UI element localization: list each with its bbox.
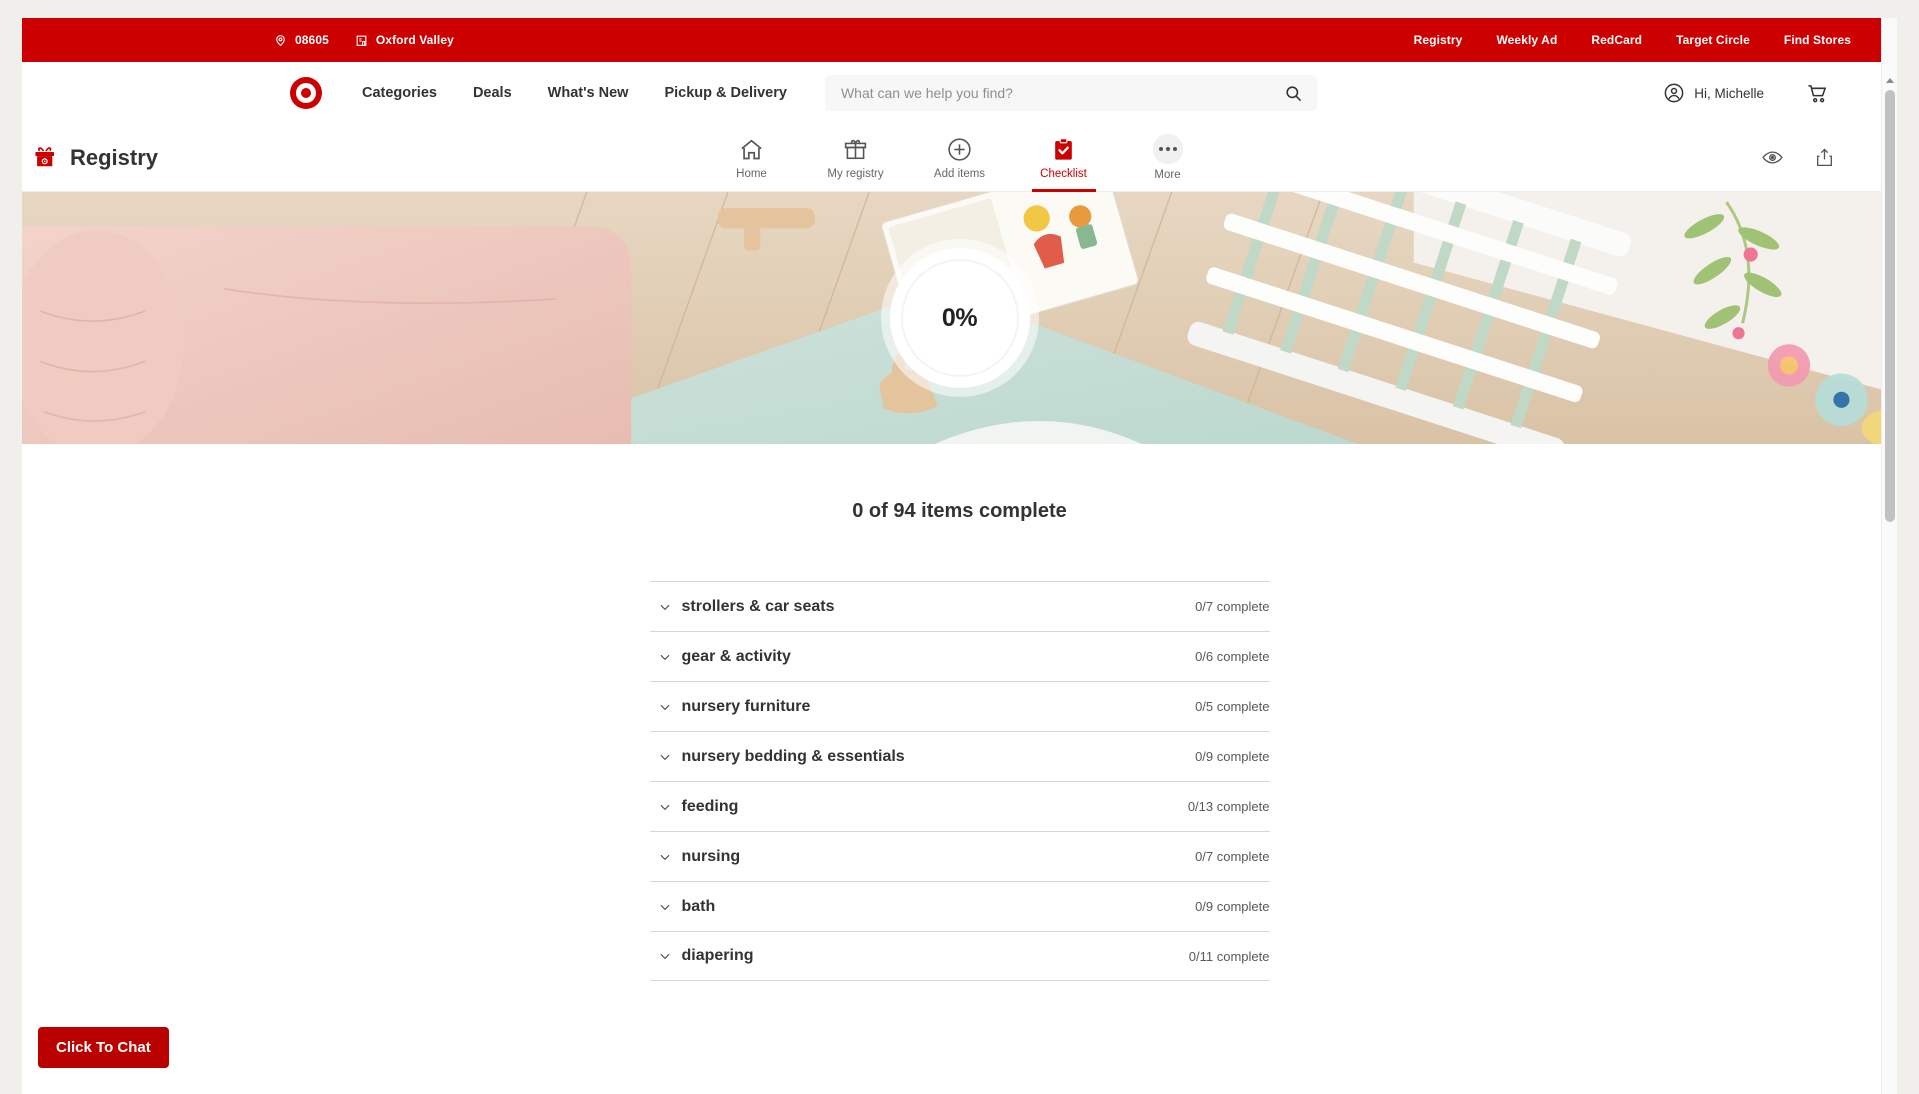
registry-progress-ring: 0% (889, 248, 1030, 388)
chevron-down-icon (652, 800, 678, 814)
checklist-row-feeding[interactable]: feeding 0/13 complete (649, 781, 1270, 831)
checklist-row-count: 0/11 complete (1188, 948, 1270, 964)
main-header: Categories Deals What's New Pickup & Del… (22, 62, 1897, 124)
checklist-content: 0 of 94 items complete strollers & car s… (22, 444, 1897, 1094)
registry-tab-home-label: Home (736, 167, 767, 180)
checklist-row-gear-activity[interactable]: gear & activity 0/6 complete (649, 631, 1270, 681)
checklist-row-label: diapering (681, 947, 754, 964)
checklist-categories: strollers & car seats 0/7 complete gear … (649, 581, 1270, 981)
registry-tab-checklist[interactable]: Checklist (1024, 124, 1104, 192)
main-navigation: Categories Deals What's New Pickup & Del… (362, 85, 787, 101)
nav-item-whats-new[interactable]: What's New (548, 85, 629, 101)
gift-icon (842, 136, 869, 163)
utility-link-registry[interactable]: Registry (1414, 33, 1463, 47)
checklist-row-nursing[interactable]: nursing 0/7 complete (649, 831, 1270, 881)
utility-bar: 08605 Oxford Valley Registry Weekly Ad R… (22, 18, 1897, 62)
checklist-row-label: nursery furniture (681, 697, 811, 715)
registry-sub-header: Registry Home My registry Add items Chec… (22, 124, 1897, 192)
registry-tab-my-registry[interactable]: My registry (816, 124, 896, 192)
checklist-row-nursery-bedding-essentials[interactable]: nursery bedding & essentials 0/9 complet… (649, 731, 1270, 781)
clipboard-check-icon (1050, 136, 1077, 163)
checklist-row-label: strollers & car seats (681, 597, 835, 615)
zip-selector[interactable]: 08605 (274, 33, 329, 47)
utility-link-find-stores[interactable]: Find Stores (1784, 33, 1851, 47)
chevron-down-icon (652, 600, 678, 614)
checklist-row-bath[interactable]: bath 0/9 complete (649, 881, 1270, 931)
registry-tab-more[interactable]: More (1128, 124, 1208, 192)
target-bullseye-logo[interactable] (290, 77, 322, 109)
search-input[interactable] (840, 85, 1284, 101)
utility-bar-links: Registry Weekly Ad RedCard Target Circle… (1414, 33, 1851, 47)
search-icon[interactable] (1284, 84, 1303, 103)
checklist-row-count: 0/13 complete (1187, 799, 1270, 814)
checklist-row-count: 0/9 complete (1195, 899, 1270, 914)
ellipsis-icon (1152, 134, 1183, 164)
checklist-row-count: 0/7 complete (1195, 849, 1270, 864)
home-icon (738, 136, 765, 163)
checklist-row-label: bath (681, 897, 716, 915)
registry-tab-add-items-label: Add items (933, 167, 986, 180)
nav-item-pickup-delivery[interactable]: Pickup & Delivery (664, 85, 787, 101)
search-bar[interactable] (824, 75, 1317, 111)
utility-link-weekly-ad[interactable]: Weekly Ad (1496, 33, 1557, 47)
checklist-row-label: nursing (681, 847, 741, 865)
chevron-down-icon (652, 700, 678, 714)
nav-item-categories[interactable]: Categories (362, 85, 437, 101)
scrollbar-thumb[interactable] (1885, 90, 1895, 522)
browser-viewport: 08605 Oxford Valley Registry Weekly Ad R… (22, 18, 1897, 1094)
chevron-down-icon (652, 750, 678, 764)
store-selector[interactable]: Oxford Valley (355, 33, 454, 47)
page-scrollbar[interactable] (1881, 18, 1897, 1094)
checklist-row-label: nursery bedding & essentials (681, 747, 905, 765)
items-complete-heading: 0 of 94 items complete (852, 500, 1067, 522)
chevron-down-icon (652, 949, 678, 963)
chevron-down-icon (652, 900, 678, 914)
registry-tab-checklist-label: Checklist (1040, 167, 1087, 180)
registry-tab-add-items[interactable]: Add items (920, 124, 1000, 192)
header-right: Hi, Michelle (1663, 82, 1897, 105)
checklist-row-label: gear & activity (681, 647, 791, 665)
shopping-cart-icon[interactable] (1806, 82, 1829, 105)
location-pin-icon (274, 34, 287, 47)
utility-bar-left: 08605 Oxford Valley (274, 33, 454, 47)
scroll-up-arrow-icon[interactable] (1886, 78, 1894, 83)
progress-percent: 0% (941, 303, 978, 332)
checklist-row-label: feeding (681, 797, 739, 815)
checklist-row-strollers-car-seats[interactable]: strollers & car seats 0/7 complete (649, 581, 1270, 631)
checklist-row-nursery-furniture[interactable]: nursery furniture 0/5 complete (649, 681, 1270, 731)
store-label: Oxford Valley (375, 33, 454, 47)
eye-icon[interactable] (1761, 146, 1784, 169)
checklist-row-count: 0/5 complete (1195, 699, 1270, 714)
account-menu[interactable]: Hi, Michelle (1663, 82, 1764, 104)
nav-item-deals[interactable]: Deals (473, 85, 512, 101)
registry-tab-more-label: More (1154, 169, 1181, 181)
checklist-row-diapering[interactable]: diapering 0/11 complete (649, 931, 1270, 981)
registry-tabs: Home My registry Add items Checklist Mor… (22, 124, 1897, 192)
checklist-row-count: 0/7 complete (1195, 599, 1270, 614)
registry-tab-home[interactable]: Home (712, 124, 792, 192)
zip-label: 08605 (295, 33, 329, 47)
hero-banner: 0% (22, 192, 1897, 444)
store-icon (355, 34, 368, 47)
utility-link-target-circle[interactable]: Target Circle (1676, 33, 1750, 47)
click-to-chat-button[interactable]: Click To Chat (38, 1027, 169, 1068)
utility-link-redcard[interactable]: RedCard (1591, 33, 1642, 47)
share-icon[interactable] (1814, 147, 1835, 168)
plus-circle-icon (946, 136, 973, 163)
registry-actions (1761, 146, 1835, 169)
chevron-down-icon (652, 850, 678, 864)
account-label: Hi, Michelle (1694, 85, 1764, 101)
registry-tab-my-registry-label: My registry (827, 167, 884, 180)
checklist-row-count: 0/9 complete (1195, 749, 1270, 764)
chevron-down-icon (652, 650, 678, 664)
account-circle-icon (1663, 82, 1685, 104)
checklist-row-count: 0/6 complete (1195, 649, 1270, 664)
